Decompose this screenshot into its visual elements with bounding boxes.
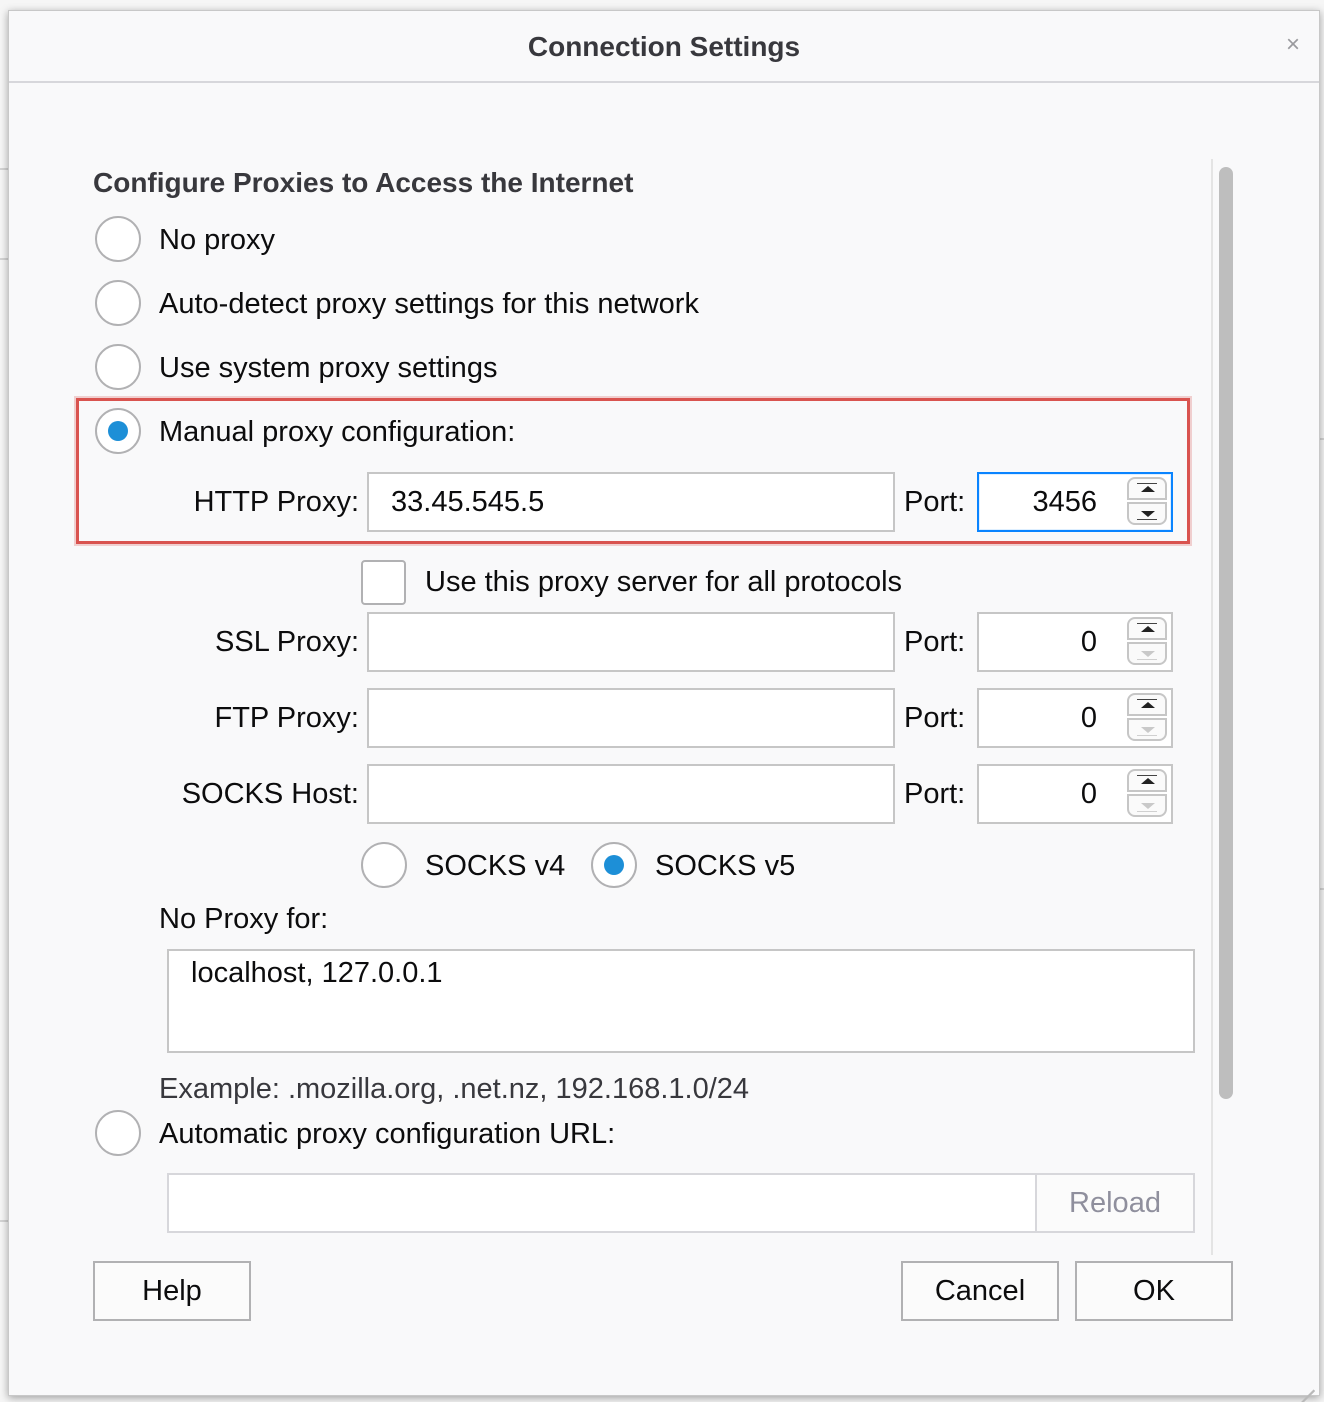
- help-button[interactable]: Help: [93, 1261, 251, 1321]
- radio-auto-url[interactable]: [95, 1110, 141, 1156]
- radio-socks-v4-label[interactable]: SOCKS v4: [425, 850, 565, 883]
- radio-socks-v5[interactable]: [591, 842, 637, 888]
- ssl-port-spinner: [1127, 617, 1167, 667]
- socks-port-spinner: [1127, 769, 1167, 819]
- http-port-input[interactable]: 3456: [977, 472, 1173, 532]
- http-proxy-label: HTTP Proxy:: [193, 486, 359, 518]
- spin-up-button[interactable]: [1127, 617, 1167, 640]
- all-protocols-checkbox[interactable]: [361, 560, 406, 605]
- radio-no-proxy-label[interactable]: No proxy: [159, 224, 275, 257]
- ssl-port-input[interactable]: 0: [977, 612, 1173, 672]
- socks-host-label: SOCKS Host:: [181, 778, 359, 810]
- spin-up-button[interactable]: [1127, 477, 1167, 500]
- spin-down-button[interactable]: [1127, 718, 1167, 741]
- all-protocols-label[interactable]: Use this proxy server for all protocols: [425, 566, 902, 599]
- http-port-value: 3456: [1032, 486, 1097, 518]
- socks-port-input[interactable]: 0: [977, 764, 1173, 824]
- ssl-proxy-label: SSL Proxy:: [215, 626, 359, 658]
- radio-auto-url-label[interactable]: Automatic proxy configuration URL:: [159, 1118, 615, 1151]
- ftp-port-spinner: [1127, 693, 1167, 743]
- radio-system-proxy-label[interactable]: Use system proxy settings: [159, 352, 497, 385]
- http-proxy-input[interactable]: 33.45.545.5: [367, 472, 895, 532]
- radio-auto-detect-label[interactable]: Auto-detect proxy settings for this netw…: [159, 288, 699, 321]
- section-heading: Configure Proxies to Access the Internet: [93, 167, 634, 198]
- dialog-titlebar: Connection Settings ×: [9, 11, 1319, 83]
- ssl-port-value: 0: [1080, 626, 1097, 658]
- radio-system-proxy[interactable]: [95, 344, 141, 390]
- reload-button[interactable]: Reload: [1035, 1173, 1195, 1233]
- cancel-button[interactable]: Cancel: [901, 1261, 1059, 1321]
- radio-manual-proxy-label[interactable]: Manual proxy configuration:: [159, 416, 515, 449]
- auto-url-input[interactable]: [167, 1173, 1035, 1233]
- dialog-content: Configure Proxies to Access the Internet…: [9, 83, 1319, 1255]
- radio-socks-v4[interactable]: [361, 842, 407, 888]
- spin-down-button[interactable]: [1127, 794, 1167, 817]
- scrollbar-thumb[interactable]: [1219, 167, 1233, 1099]
- connection-settings-dialog: Connection Settings × Configure Proxies …: [8, 10, 1320, 1402]
- radio-no-proxy[interactable]: [95, 216, 141, 262]
- close-icon[interactable]: ×: [1281, 33, 1305, 57]
- spin-down-button[interactable]: [1127, 502, 1167, 525]
- http-port-label: Port:: [904, 486, 966, 518]
- spin-up-button[interactable]: [1127, 693, 1167, 716]
- resize-grip-icon[interactable]: [1293, 1369, 1315, 1402]
- ftp-port-label: Port:: [904, 702, 966, 734]
- spin-up-button[interactable]: [1127, 769, 1167, 792]
- no-proxy-for-label: No Proxy for:: [159, 903, 329, 935]
- no-proxy-example: Example: .mozilla.org, .net.nz, 192.168.…: [159, 1073, 750, 1105]
- radio-auto-detect[interactable]: [95, 280, 141, 326]
- ftp-port-value: 0: [1080, 702, 1097, 734]
- socks-port-value: 0: [1080, 778, 1097, 810]
- radio-socks-v5-label[interactable]: SOCKS v5: [655, 850, 795, 883]
- ssl-port-label: Port:: [904, 626, 966, 658]
- ok-button[interactable]: OK: [1075, 1261, 1233, 1321]
- socks-host-input[interactable]: [367, 764, 895, 824]
- no-proxy-textarea[interactable]: localhost, 127.0.0.1: [167, 949, 1195, 1053]
- ftp-proxy-input[interactable]: [367, 688, 895, 748]
- socks-port-label: Port:: [904, 778, 966, 810]
- ssl-proxy-input[interactable]: [367, 612, 895, 672]
- ftp-proxy-label: FTP Proxy:: [214, 702, 360, 734]
- spin-down-button[interactable]: [1127, 642, 1167, 665]
- dialog-title: Connection Settings: [527, 31, 801, 62]
- radio-manual-proxy[interactable]: [95, 408, 141, 454]
- ftp-port-input[interactable]: 0: [977, 688, 1173, 748]
- http-port-spinner: [1127, 477, 1167, 527]
